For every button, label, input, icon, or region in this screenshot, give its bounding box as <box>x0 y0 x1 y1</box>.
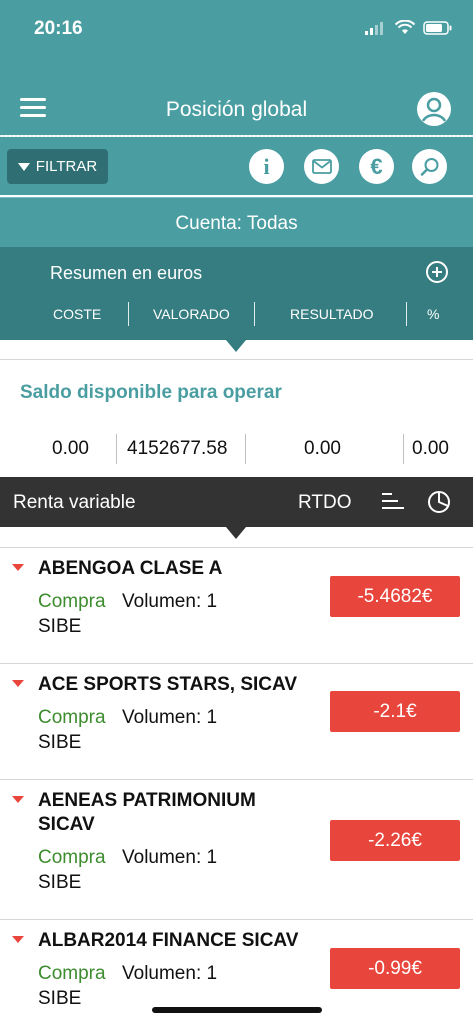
summary-title: Resumen en euros <box>50 263 203 283</box>
balance-percent: 0.00 <box>412 438 449 459</box>
plus-circle-icon[interactable] <box>426 261 448 283</box>
position-type: Compra <box>38 707 106 728</box>
position-type: Compra <box>38 591 106 612</box>
pie-chart-icon[interactable] <box>427 490 451 514</box>
position-result: -2.1€ <box>330 691 460 732</box>
position-name: ACE SPORTS STARS, SICAV <box>38 674 297 695</box>
home-indicator[interactable] <box>152 1007 322 1013</box>
position-name: ALBAR2014 FINANCE SICAV <box>38 930 299 951</box>
filter-triangle-icon <box>17 162 30 171</box>
summary-panel: Resumen en euros COSTE VALORADO RESULTAD… <box>0 247 473 340</box>
column-result: RESULTADO <box>290 306 374 322</box>
balance-divider <box>116 434 117 464</box>
summary-pointer <box>226 340 246 352</box>
down-triangle-icon <box>12 796 24 803</box>
column-divider <box>254 302 255 326</box>
position-name: ABENGOA CLASE A <box>38 558 223 579</box>
equities-title: Renta variable <box>13 492 136 513</box>
down-triangle-icon <box>12 680 24 687</box>
divider <box>0 359 473 360</box>
column-cost: COSTE <box>53 306 102 322</box>
column-valued: VALORADO <box>153 306 230 322</box>
balance-cost: 0.00 <box>52 438 89 459</box>
signal-icon <box>365 21 383 35</box>
info-icon[interactable]: i <box>249 149 284 184</box>
position-market: SIBE <box>38 872 82 893</box>
balance-valued: 4152677.58 <box>127 438 228 459</box>
mail-icon[interactable] <box>304 149 339 184</box>
sort-field-button[interactable]: RTDO <box>298 492 351 514</box>
position-volume: Volumen: 1 <box>122 707 218 728</box>
balance-divider <box>245 434 246 464</box>
position-type: Compra <box>38 847 106 868</box>
position-market: SIBE <box>38 988 82 1009</box>
search-icon[interactable] <box>412 149 447 184</box>
column-divider <box>406 302 407 326</box>
position-type: Compra <box>38 963 106 984</box>
down-triangle-icon <box>12 564 24 571</box>
position-name: AENEAS PATRIMONIUM SICAV <box>38 790 256 835</box>
euro-icon[interactable]: € <box>359 149 394 184</box>
filter-button[interactable]: FILTRAR <box>7 149 108 184</box>
position-market: SIBE <box>38 616 82 637</box>
sort-lines-icon[interactable] <box>382 493 404 511</box>
user-profile-icon[interactable] <box>417 92 451 126</box>
status-icons <box>365 20 453 35</box>
position-market: SIBE <box>38 732 82 753</box>
position-volume: Volumen: 1 <box>122 591 218 612</box>
app-header: Posición global <box>0 60 473 135</box>
position-result: -2.26€ <box>330 820 460 861</box>
position-volume: Volumen: 1 <box>122 963 218 984</box>
column-percent: % <box>427 306 440 322</box>
wifi-icon <box>395 20 415 34</box>
balance-result: 0.00 <box>304 438 341 459</box>
list-item[interactable]: ACE SPORTS STARS, SICAV Compra Volumen: … <box>0 664 473 779</box>
balance-divider <box>403 434 404 464</box>
position-result: -5.4682€ <box>330 576 460 617</box>
list-item[interactable]: ABENGOA CLASE A Compra Volumen: 1 SIBE -… <box>0 548 473 663</box>
column-divider <box>128 302 129 326</box>
status-time: 20:16 <box>34 18 83 39</box>
equities-pointer <box>226 527 246 539</box>
down-triangle-icon <box>12 936 24 943</box>
list-item[interactable]: AENEAS PATRIMONIUM SICAV Compra Volumen:… <box>0 780 473 919</box>
filter-button-label: FILTRAR <box>35 158 98 175</box>
battery-icon <box>423 20 452 35</box>
equities-section-bar: Renta variable RTDO <box>0 477 473 527</box>
position-result: -0.99€ <box>330 948 460 989</box>
page-title: Posición global <box>165 98 308 121</box>
balance-title: Saldo disponible para operar <box>20 382 282 403</box>
status-bar: 20:16 <box>0 0 473 60</box>
toolbar: FILTRAR i € <box>0 137 473 195</box>
position-volume: Volumen: 1 <box>122 847 218 868</box>
account-selector[interactable]: Cuenta: Todas <box>0 197 473 247</box>
